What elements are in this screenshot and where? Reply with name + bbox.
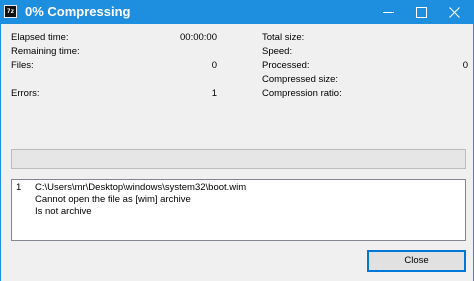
maximize-button[interactable]: [405, 0, 438, 24]
elapsed-time-label: Elapsed time:: [11, 32, 69, 43]
processed-label: Processed:: [262, 60, 310, 71]
elapsed-time-value: 00:00:00: [180, 32, 217, 43]
close-icon: [449, 7, 460, 18]
log-entry-path: C:\Users\mr\Desktop\windows\system32\boo…: [35, 182, 247, 193]
files-label: Files:: [11, 60, 34, 71]
compressed-size-label: Compressed size:: [262, 74, 339, 85]
log-entry-number: 1: [16, 182, 22, 193]
log-entry-message: Is not archive: [35, 206, 92, 217]
window-title: 0% Compressing: [25, 4, 131, 19]
minimize-button[interactable]: [372, 0, 405, 24]
total-size-label: Total size:: [262, 32, 305, 43]
7zip-app-icon: 7z: [4, 5, 17, 18]
errors-value: 1: [211, 88, 217, 99]
maximize-icon: [416, 7, 427, 18]
log-entry-message: Cannot open the file as [wim] archive: [35, 194, 191, 205]
error-log-list[interactable]: 1 C:\Users\mr\Desktop\windows\system32\b…: [11, 179, 466, 241]
files-value: 0: [211, 60, 217, 71]
compression-ratio-label: Compression ratio:: [262, 88, 342, 99]
minimize-icon: [383, 12, 394, 13]
remaining-time-label: Remaining time:: [11, 46, 80, 57]
speed-label: Speed:: [262, 46, 293, 57]
close-button[interactable]: Close: [367, 250, 466, 272]
dialog-body: Elapsed time: 00:00:00 Remaining time: F…: [0, 24, 474, 281]
window-close-button[interactable]: [438, 0, 471, 24]
progress-bar: [11, 149, 466, 169]
title-bar[interactable]: 7z 0% Compressing: [0, 0, 474, 24]
processed-value: 0: [462, 60, 468, 71]
errors-label: Errors:: [11, 88, 40, 99]
